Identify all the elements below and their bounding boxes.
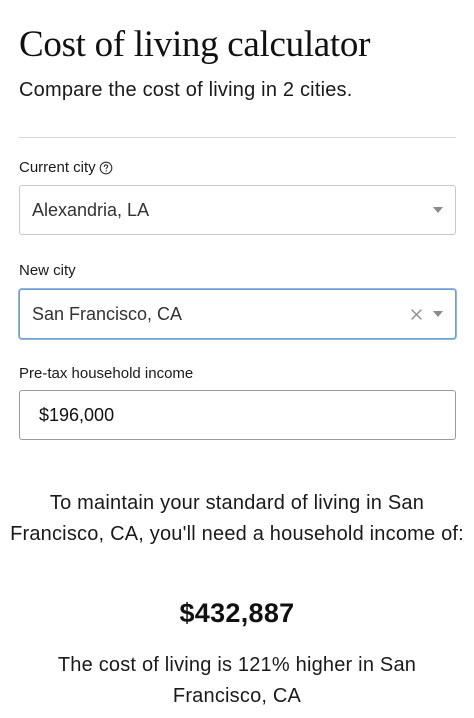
cost-of-living-calculator: Cost of living calculator Compare the co… <box>0 0 474 718</box>
section-divider <box>19 137 456 138</box>
chevron-down-icon[interactable] <box>433 207 443 213</box>
page-title: Cost of living calculator <box>19 24 371 65</box>
current-city-select[interactable]: Alexandria, LA <box>19 185 456 235</box>
result-statement: To maintain your standard of living in S… <box>10 492 464 545</box>
income-label: Pre-tax household income <box>19 364 193 384</box>
new-city-label-text: New city <box>19 262 76 279</box>
new-city-value: San Francisco, CA <box>32 304 183 324</box>
question-circle-icon[interactable] <box>99 161 113 175</box>
income-input[interactable]: $196,000 <box>19 390 456 440</box>
page-subtitle: Compare the cost of living in 2 cities. <box>19 79 353 101</box>
new-city-select[interactable]: San Francisco, CA <box>19 289 456 339</box>
current-city-label-text: Current city <box>19 159 96 176</box>
chevron-down-icon[interactable] <box>433 311 443 317</box>
result-amount: $432,887 <box>179 598 295 628</box>
current-city-label: Current city <box>19 158 113 178</box>
new-city-label: New city <box>19 261 76 281</box>
current-city-value: Alexandria, LA <box>32 200 150 220</box>
close-icon[interactable] <box>409 302 423 326</box>
result-comparison: The cost of living is 121% higher in San… <box>57 654 417 707</box>
income-value: $196,000 <box>39 405 115 425</box>
income-label-text: Pre-tax household income <box>19 365 194 382</box>
